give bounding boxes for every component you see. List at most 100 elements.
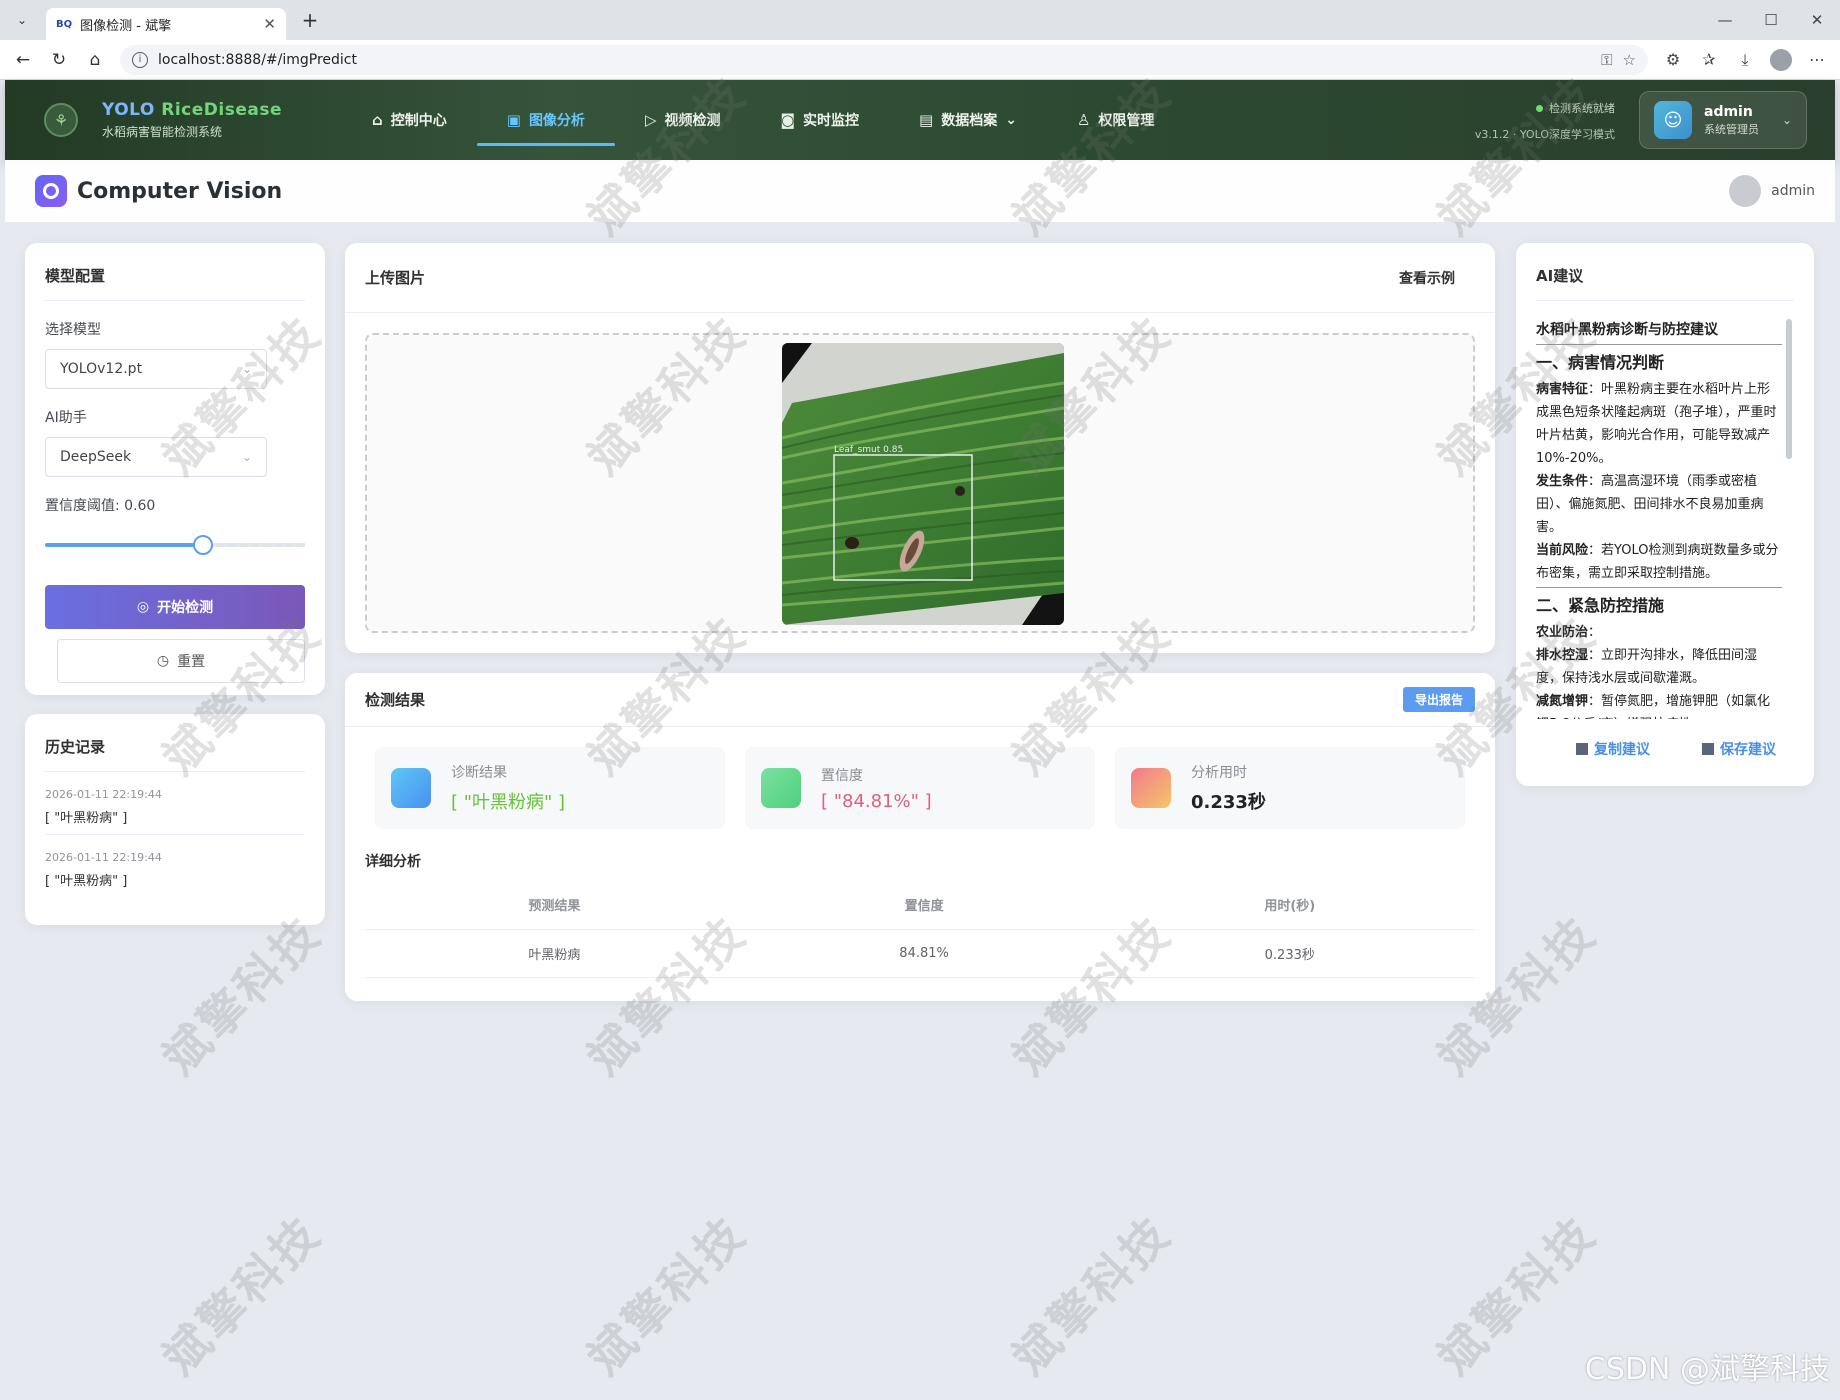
ai-heading: 水稻叶黑粉病诊断与防控建议: [1536, 319, 1782, 345]
copy-advice-button[interactable]: 复制建议: [1576, 739, 1650, 759]
ai-bold: 发生条件: [1536, 474, 1589, 489]
nav-item-3[interactable]: ◙ 实时监控: [750, 80, 889, 160]
box-label: Leaf_smut 0.85: [834, 445, 903, 455]
detail-table: 预测结果 置信度 用时(秒) 叶黑粉病 84.81% 0.233秒: [365, 881, 1475, 978]
nav-label: 权限管理: [1098, 113, 1155, 129]
url-bar[interactable]: i localhost:8888/#/imgPredict ⚿ ☆: [120, 44, 1648, 75]
nav-label: 图像分析: [528, 113, 585, 129]
assistant-select[interactable]: DeepSeek ⌄: [45, 437, 267, 477]
star-icon[interactable]: ☆: [1623, 51, 1636, 69]
table-cell: 84.81%: [743, 929, 1105, 978]
tab-list-icon[interactable]: ⌄: [8, 6, 36, 34]
watermark-text: 斌擎科技: [152, 1205, 332, 1385]
diagnosis-icon: [391, 768, 431, 808]
ai-advice-card: AI建议 水稻叶黑粉病诊断与防控建议 一、病害情况判断 病害特征：叶黑粉病主要在…: [1516, 243, 1814, 786]
table-cell: 叶黑粉病: [365, 929, 744, 978]
slider-marks: [217, 543, 305, 547]
export-report-button[interactable]: 导出报告: [1402, 687, 1475, 712]
close-window-icon[interactable]: ✕: [1794, 0, 1840, 40]
user-name: admin: [1704, 103, 1753, 120]
stat-label: 分析用时: [1191, 765, 1247, 781]
list-item[interactable]: 2026-01-11 22:19:44 [ "叶黑粉病" ]: [45, 772, 305, 835]
save-icon: [1702, 743, 1714, 755]
slider-thumb[interactable]: [193, 535, 213, 555]
avatar: [1729, 175, 1762, 207]
copy-advice-label: 复制建议: [1594, 742, 1650, 758]
nav-item-2[interactable]: ▷ 视频检测: [615, 80, 751, 160]
history-title: 历史记录: [45, 736, 305, 772]
brand-prefix: YOLO: [102, 100, 162, 120]
play-icon: ▷: [644, 111, 657, 129]
column-header: 用时(秒): [1104, 881, 1475, 930]
profile-button[interactable]: [1766, 45, 1796, 75]
history-time: 2026-01-11 22:19:44: [45, 788, 162, 801]
brand: YOLO RiceDisease 水稻病害智能检测系统: [102, 100, 282, 140]
ai-paragraph: 排水控湿：立即开沟排水，降低田间湿度，保持浅水层或间歇灌溉。: [1536, 644, 1782, 690]
status-text: 检测系统就绪: [1549, 102, 1615, 115]
info-icon[interactable]: i: [132, 51, 148, 68]
copy-icon: [1576, 743, 1588, 755]
ai-paragraph: 农业防治：: [1536, 621, 1782, 644]
close-tab-icon[interactable]: ✕: [263, 15, 276, 33]
stat-label: 诊断结果: [451, 765, 507, 781]
minimize-icon[interactable]: —: [1702, 0, 1748, 40]
extensions-icon[interactable]: ⚙: [1658, 45, 1688, 75]
nav-item-5[interactable]: ♙ 权限管理: [1047, 80, 1184, 160]
table-cell: 0.233秒: [1104, 929, 1475, 978]
nav-item-1[interactable]: ▣ 图像分析: [476, 80, 616, 160]
logo-icon: ⚘: [44, 103, 78, 137]
user-menu[interactable]: ☺ admin 系统管理员 ⌄: [1639, 91, 1807, 149]
time-stat: 分析用时 0.233秒: [1115, 747, 1465, 829]
model-select[interactable]: YOLOv12.pt ⌄: [45, 349, 267, 389]
save-advice-button[interactable]: 保存建议: [1702, 739, 1776, 759]
chevron-down-icon: ⌄: [241, 362, 252, 376]
ai-scrollbar[interactable]: [1786, 319, 1792, 459]
confidence-icon: [761, 768, 801, 808]
ai-paragraph: 发生条件：高温高湿环境（雨季或密植田）、偏施氮肥、田间排水不良易加重病害。: [1536, 470, 1782, 539]
nav-label: 控制中心: [390, 113, 447, 129]
home-icon: ⌂: [372, 111, 383, 129]
ai-section-title: 一、病害情况判断: [1536, 353, 1665, 372]
upload-card: 上传图片 查看示例 Leaf_smut 0.85: [345, 243, 1495, 653]
favorites-icon[interactable]: ✰: [1694, 45, 1724, 75]
reset-label: 重置: [177, 654, 206, 670]
key-icon[interactable]: ⚿: [1601, 51, 1612, 69]
result-title: 检测结果: [365, 691, 426, 709]
image-icon: ▣: [506, 111, 521, 129]
ai-advice-content: 水稻叶黑粉病诊断与防控建议 一、病害情况判断 病害特征：叶黑粉病主要在水稻叶片上…: [1536, 319, 1782, 719]
ai-advice-scroll[interactable]: 水稻叶黑粉病诊断与防控建议 一、病害情况判断 病害特征：叶黑粉病主要在水稻叶片上…: [1536, 319, 1794, 719]
model-select-value: YOLOv12.pt: [60, 361, 143, 377]
nav-label: 数据档案: [941, 113, 998, 129]
sub-user[interactable]: admin: [1729, 175, 1815, 207]
document-icon: ▤: [919, 111, 934, 129]
brand-rice: RiceDisease: [161, 100, 282, 120]
upload-dropzone[interactable]: Leaf_smut 0.85: [365, 333, 1475, 633]
detail-title: 详细分析: [365, 854, 421, 870]
start-detect-button[interactable]: ◎ 开始检测: [45, 585, 305, 629]
nav-item-0[interactable]: ⌂ 控制中心: [342, 80, 477, 160]
watermark-text: 斌擎科技: [1427, 1205, 1607, 1385]
url-text: localhost:8888/#/imgPredict: [158, 51, 357, 68]
detect-icon: ◎: [136, 599, 150, 615]
more-icon[interactable]: ⋯: [1802, 45, 1832, 75]
download-icon[interactable]: ⤓: [1730, 45, 1760, 75]
maximize-icon[interactable]: ☐: [1748, 0, 1794, 40]
ai-paragraph: 病害特征：叶黑粉病主要在水稻叶片上形成黑色短条状隆起病斑（孢子堆），严重时叶片枯…: [1536, 378, 1782, 470]
system-status: 检测系统就绪 v3.1.2 · YOLO深度学习模式: [1475, 100, 1615, 142]
reset-button[interactable]: ◷ 重置: [57, 639, 305, 683]
browser-tab[interactable]: BQ 图像检测 - 斌擎 ✕: [46, 8, 286, 40]
view-example-link[interactable]: 查看示例: [1399, 268, 1455, 288]
history-result: [ "叶黑粉病" ]: [45, 874, 128, 889]
reload-icon[interactable]: ↻: [44, 45, 74, 75]
back-icon[interactable]: ←: [8, 45, 38, 75]
start-detect-label: 开始检测: [157, 600, 214, 616]
sub-user-name: admin: [1771, 183, 1815, 199]
ai-section-title: 二、紧急防控措施: [1536, 596, 1665, 615]
nav-item-4[interactable]: ▤ 数据档案 ⌄: [889, 80, 1047, 160]
brand-subtitle: 水稻病害智能检测系统: [102, 125, 223, 139]
home-icon[interactable]: ⌂: [80, 45, 110, 75]
new-tab-icon[interactable]: +: [296, 8, 324, 32]
ai-bold: 排水控湿: [1536, 648, 1589, 663]
threshold-slider[interactable]: [45, 535, 305, 555]
list-item[interactable]: 2026-01-11 22:19:44 [ "叶黑粉病" ]: [45, 835, 305, 897]
